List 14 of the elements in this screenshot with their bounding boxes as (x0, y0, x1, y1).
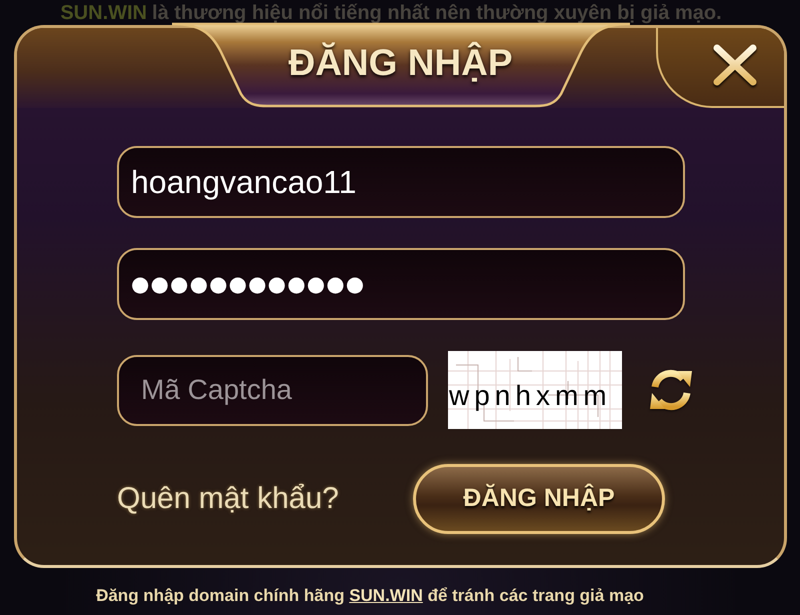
close-icon (712, 44, 758, 86)
brand-name: SUN.WIN (60, 2, 148, 22)
password-field[interactable]: ●●●●●●●●●●●● (117, 248, 685, 320)
dialog-title: ĐĂNG NHẬP (288, 44, 513, 80)
domain-notice: Đăng nhập domain chính hãng SUN.WIN để tránh các trang giả mạo (96, 584, 644, 607)
refresh-icon[interactable] (647, 367, 695, 413)
login-button[interactable]: ĐĂNG NHẬP (413, 464, 665, 534)
notice-text: là thương hiệu nổi tiếng nhất nên thường xuyên bị giả mạo. (152, 2, 722, 22)
captcha-text: wpnhxmm (449, 382, 612, 410)
username-field[interactable]: hoangvancao11 (117, 146, 685, 218)
forgot-password-link[interactable]: Quên mật khẩu? (117, 484, 339, 514)
captcha-field[interactable]: Mã Captcha (117, 354, 428, 426)
domain-link[interactable]: SUN.WIN (349, 586, 423, 605)
close-button[interactable] (656, 28, 784, 108)
